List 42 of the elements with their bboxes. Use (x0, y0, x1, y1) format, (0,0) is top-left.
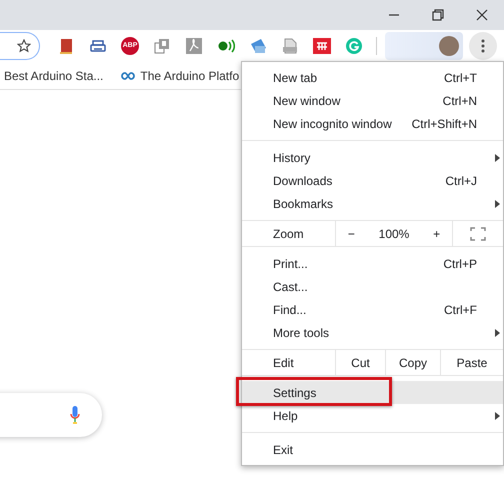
menu-item[interactable]: Cast... (242, 275, 503, 298)
menu-button[interactable] (469, 32, 497, 60)
menu-item[interactable]: History (242, 146, 503, 169)
file-icon[interactable] (282, 38, 298, 54)
pdf-icon[interactable] (186, 38, 202, 54)
menu-item[interactable]: Bookmarks (242, 192, 503, 215)
edit-action-button[interactable]: Cut (335, 350, 385, 375)
menu-item[interactable]: Help (242, 404, 503, 427)
zoom-out-button[interactable]: − (348, 224, 355, 242)
fullscreen-icon[interactable] (470, 226, 486, 240)
avatar-icon (439, 36, 459, 56)
menu-item[interactable]: Exit (242, 438, 503, 461)
menu-label: Edit (273, 354, 294, 372)
more-icon (481, 39, 485, 53)
bookmark-link[interactable]: Best Arduino Sta... (4, 66, 104, 84)
menu-item[interactable]: Settings (242, 381, 503, 404)
bookmark-link[interactable]: The Arduino Platfo (140, 66, 240, 84)
address-field[interactable] (0, 32, 40, 60)
menu-item[interactable]: New window Ctrl+N (242, 89, 503, 112)
close-icon[interactable] (476, 9, 488, 21)
microphone-icon[interactable] (70, 406, 80, 424)
menu-item[interactable]: Print... Ctrl+P (242, 252, 503, 275)
restore-icon[interactable] (432, 9, 444, 21)
menu-label: Zoom (273, 226, 304, 242)
menu-item[interactable]: New incognito window Ctrl+Shift+N (242, 112, 503, 135)
edit-action-button[interactable]: Copy (385, 350, 440, 375)
zoom-in-button[interactable]: + (433, 224, 440, 242)
grid-icon[interactable] (313, 38, 331, 54)
frames-icon[interactable] (154, 38, 170, 54)
signal-icon[interactable] (218, 38, 234, 54)
star-icon[interactable] (17, 39, 31, 53)
screenshot-icon[interactable] (250, 38, 266, 54)
book-icon[interactable] (58, 38, 74, 54)
edit-action-button[interactable]: Paste (440, 350, 503, 375)
printer-icon[interactable] (90, 39, 106, 53)
profile-chip[interactable] (385, 32, 463, 60)
search-field[interactable] (0, 393, 102, 437)
menu-item[interactable]: Find... Ctrl+F (242, 298, 503, 321)
menu-item[interactable]: New tab Ctrl+T (242, 66, 503, 89)
menu-item[interactable]: Downloads Ctrl+J (242, 169, 503, 192)
zoom-level: 100% (378, 226, 410, 242)
menu-item[interactable]: More tools (242, 321, 503, 344)
